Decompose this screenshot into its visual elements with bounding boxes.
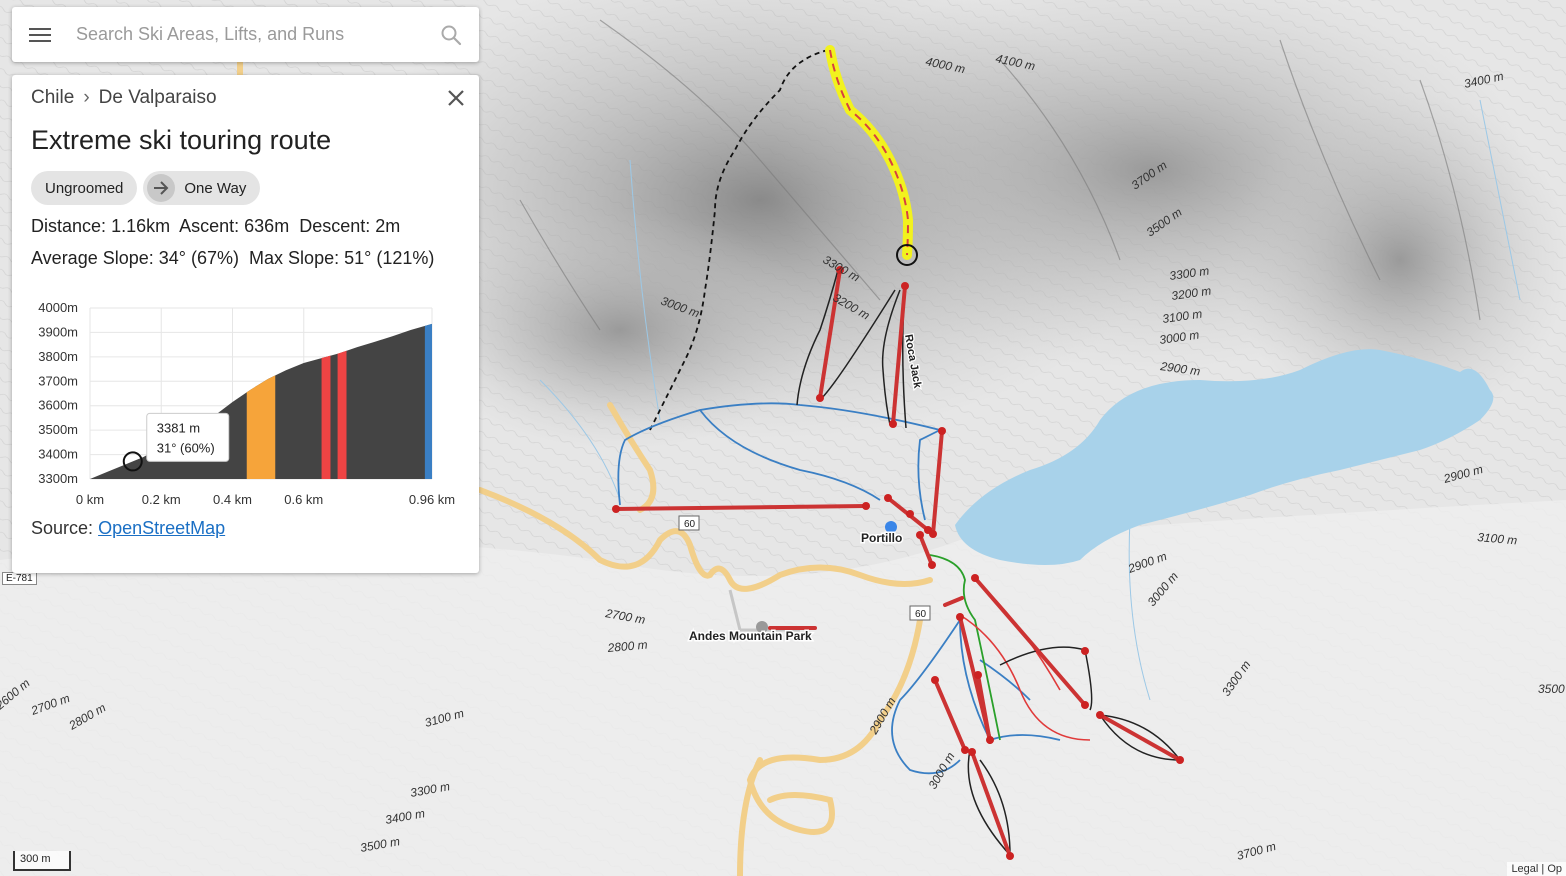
hamburger-menu-icon bbox=[29, 24, 51, 46]
badge-direction-label: One Way bbox=[184, 179, 247, 197]
menu-button[interactable] bbox=[12, 7, 68, 62]
breadcrumb-region[interactable]: De Valparaiso bbox=[99, 87, 217, 108]
close-icon bbox=[448, 90, 464, 106]
svg-text:3500: 3500 bbox=[1538, 682, 1565, 696]
y-tick-label: 3500m bbox=[38, 422, 78, 437]
slope-highlight-segment bbox=[321, 355, 331, 479]
stat-max-slope: 51° (121%) bbox=[344, 248, 435, 268]
search-bar bbox=[12, 7, 479, 62]
x-tick-label: 0.4 km bbox=[213, 492, 252, 507]
breadcrumb-country[interactable]: Chile bbox=[31, 87, 74, 108]
y-tick-label: 3600m bbox=[38, 398, 78, 413]
x-tick-label: 0.96 km bbox=[409, 492, 455, 507]
search-icon bbox=[441, 25, 462, 45]
search-input[interactable] bbox=[68, 14, 423, 55]
road-shield-e781: E-781 bbox=[2, 572, 37, 585]
stat-ascent: 636m bbox=[244, 216, 290, 236]
tooltip-elevation: 3381 m bbox=[157, 420, 200, 435]
y-tick-label: 3300m bbox=[38, 471, 78, 486]
x-tick-label: 0.2 km bbox=[142, 492, 181, 507]
stats-distance-row: Distance: 1.16km Ascent: 636m Descent: 2… bbox=[31, 216, 401, 236]
source-line: Source: OpenStreetMap bbox=[31, 518, 226, 538]
y-tick-label: 3800m bbox=[38, 349, 78, 364]
scale-bar: 300 m bbox=[13, 851, 71, 871]
slope-highlight-segment bbox=[337, 350, 347, 479]
x-tick-label: 0.6 km bbox=[284, 492, 323, 507]
route-info-panel: Chile › De Valparaiso Extreme ski touring … bbox=[12, 75, 479, 573]
route-badges: Ungroomed One Way bbox=[31, 171, 261, 205]
search-button[interactable] bbox=[423, 7, 479, 62]
stat-average-slope: 34° (67%) bbox=[158, 248, 240, 268]
road-shield-60: 60 bbox=[678, 515, 700, 531]
arrow-right-icon bbox=[147, 174, 176, 202]
y-tick-label: 4000m bbox=[38, 300, 78, 315]
breadcrumb-separator: › bbox=[83, 87, 90, 108]
stat-descent: 2m bbox=[375, 216, 401, 236]
place-portillo[interactable]: Portillo bbox=[860, 530, 904, 547]
slope-highlight-segment bbox=[246, 375, 276, 479]
y-tick-label: 3400m bbox=[38, 447, 78, 462]
close-button[interactable] bbox=[445, 87, 467, 109]
route-title: Extreme ski touring route bbox=[31, 125, 332, 155]
y-tick-label: 3700m bbox=[38, 373, 78, 388]
svg-text:60: 60 bbox=[684, 519, 696, 530]
svg-text:60: 60 bbox=[915, 609, 927, 620]
badge-grooming: Ungroomed bbox=[31, 171, 138, 205]
slope-highlight-segment bbox=[424, 323, 432, 479]
breadcrumb: Chile › De Valparaiso bbox=[31, 87, 217, 109]
y-tick-label: 3900m bbox=[38, 324, 78, 339]
elevation-profile-chart[interactable]: 3300m 3400m 3500m 3600m 3700m 3800m 3900m 4000m… bbox=[12, 290, 479, 512]
stats-slope-row: Average Slope: 34° (67%) Max Slope: 51° … bbox=[31, 248, 435, 268]
badge-direction: One Way bbox=[143, 171, 261, 205]
stat-distance: 1.16km bbox=[111, 216, 171, 236]
road-shield-60-b: 60 bbox=[909, 605, 931, 621]
place-andes-mountain-park[interactable]: Andes Mountain Park bbox=[688, 628, 814, 645]
attribution[interactable]: Legal | Op bbox=[1507, 862, 1566, 876]
source-link[interactable]: OpenStreetMap bbox=[98, 518, 225, 538]
x-tick-label: 0 km bbox=[76, 492, 104, 507]
tooltip-slope: 31° (60%) bbox=[157, 440, 215, 455]
